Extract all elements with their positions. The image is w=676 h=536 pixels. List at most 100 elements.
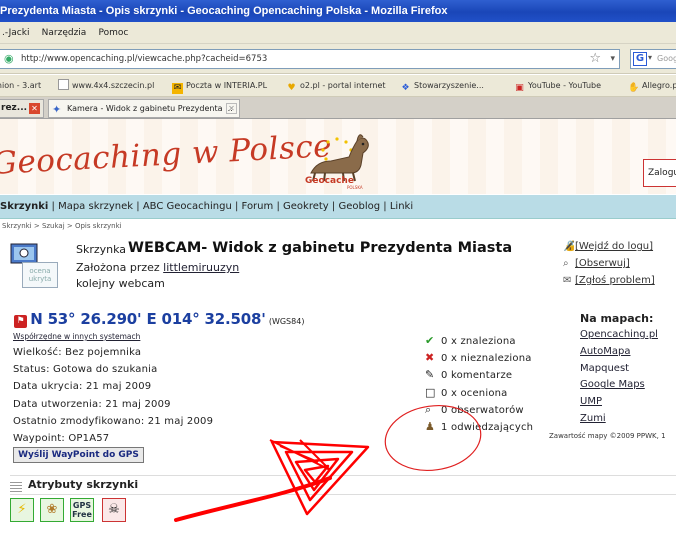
bookmark-label: onion - 3.art [0,81,42,90]
action-report-label[interactable]: [Zgłoś problem] [575,275,655,286]
close-tab-icon[interactable]: ✕ [29,103,40,114]
google-icon[interactable]: G [633,52,647,66]
rating-stamp: ocena ukryta [22,262,58,288]
other-coordinate-systems-link[interactable]: Współrzędne w innych systemach [13,332,140,341]
nav-item-forum[interactable]: Forum [242,201,274,212]
check-icon: ✔ [425,334,435,347]
site-logo[interactable]: Geocaching w Polsce [0,128,333,182]
lock-icon: 🔏 [563,241,576,252]
stat-watchers: ⌕ 0 obserwatorów [425,403,533,420]
bookmark-item[interactable]: onion - 3.art [0,75,42,96]
nav-item-abc[interactable]: ABC Geocachingu [143,201,232,212]
window-title: Prezydenta Miasta - Opis skrzynki - Geoc… [0,0,676,22]
map-copyright: Zawartość mapy ©2009 PPWK, 1 [549,432,666,440]
nav-item-caches[interactable]: Skrzynki [0,201,48,212]
stat-found: ✔ 0 x znaleziona [425,334,533,351]
owner-row: Założona przez littlemiruuzyn [76,261,239,274]
action-log[interactable]: 🔏[Wejdź do logu] [563,241,655,258]
stat-comments: ✎ 0 komentarze [425,368,533,385]
nav-item-geokrety[interactable]: Geokrety [283,201,329,212]
mail-icon: ✉ [172,83,183,94]
skull-icon: ☠ [108,502,120,517]
comment-icon: ✎ [425,368,435,382]
detail-size: Wielkość: Bez pojemnika [13,347,142,358]
geocache-mascot-logo[interactable]: Geocache POLSKA [297,121,377,191]
stat-found-label: 0 x znaleziona [441,336,516,347]
not-found-icon: ✖ [425,351,435,365]
url-bar[interactable]: ◉ http://www.opencaching.pl/viewcache.ph… [0,49,620,69]
attribute-gps-free[interactable]: GPS Free [70,498,94,522]
map-link-mapquest[interactable]: Mapquest [580,363,658,380]
search-box[interactable]: G ▾ Google [630,49,676,69]
tv-icon: ▣ [515,83,524,93]
detail-created-date: Data utworzenia: 21 maj 2009 [13,398,171,410]
stat-visitors-label: 1 odwiedzających [441,421,534,433]
cache-title: WEBCAM- Widok z gabinetu Prezydenta Mias… [128,240,513,256]
close-tab-icon[interactable]: ✕ [226,103,237,114]
cache-type-icon: ocena ukryta [10,240,58,288]
tab-label: rez... [1,103,28,113]
bookmark-item[interactable]: ❖ Stowarzyszenie... [400,75,483,96]
send-to-gps-button[interactable]: Wyślij WayPoint do GPS [13,447,144,463]
rating-icon: □ [425,385,436,399]
map-link-zumi[interactable]: Zumi [580,413,658,430]
hand-icon: ✋ [628,83,640,93]
tab-inactive[interactable]: ✦ Kamera - Widok z gabinetu Prezydenta .… [48,99,240,118]
menu-item-edit[interactable]: .-Jacki [0,22,36,43]
bookmark-item[interactable]: ▣ YouTube - YouTube [514,75,602,96]
maps-heading: Na mapach: [580,312,654,325]
stat-rated-label: 0 x oceniona [441,387,508,399]
detail-status: Status: Gotowa do szukania [13,364,158,376]
bookmark-item[interactable]: ✉ Poczta w INTERIA.PL [172,75,267,96]
coordinates: N 53° 26.290' E 014° 32.508' [30,310,266,328]
url-dropdown-icon[interactable]: ▾ [610,50,615,68]
bookmark-item[interactable]: ✋ Allegro.p [628,75,676,96]
tab-active[interactable]: rez... ✕ [0,99,44,118]
menu-item-tools[interactable]: Narzędzia [40,22,94,43]
envelope-icon: ✉ [563,275,572,286]
tab-label: Kamera - Widok z gabinetu Prezydenta ... [67,104,233,113]
breadcrumb[interactable]: Skrzynki > Szukaj > Opis skrzynki [2,222,122,230]
map-link-automapa[interactable]: AutoMapa [580,346,658,363]
detail-modified-date: Ostatnio zmodyfikowano: 21 maj 2009 [13,415,214,427]
site-favicon-icon: ◉ [4,52,14,65]
page-icon [58,79,69,90]
magnifier-icon: ⌕ [563,258,569,269]
map-link-opencaching[interactable]: Opencaching.pl [580,329,658,346]
grip-icon [10,480,22,492]
mascot-sublabel: POLSKA [347,185,363,190]
attribute-danger[interactable]: ☠ [102,498,126,522]
menu-item-help[interactable]: Pomoc [97,22,136,43]
bookmark-label: YouTube - YouTube [528,81,602,90]
map-link-ump[interactable]: UMP [580,396,658,413]
coordinates-datum: (WGS84) [268,317,305,326]
tab-bar: rez... ✕ ✦ Kamera - Widok z gabinetu Pre… [0,97,676,119]
nav-item-links[interactable]: Linki [390,201,413,212]
bookmark-label: o2.pl - portal internet [300,81,386,90]
bookmarks-toolbar: onion - 3.art www.4x4.szczecin.pl ✉Poczt… [0,75,676,97]
stat-not-found: ✖ 0 x nieznaleziona [425,351,533,368]
action-log-label[interactable]: [Wejdź do logu] [575,241,653,252]
navigation-toolbar: ◉ http://www.opencaching.pl/viewcache.ph… [0,44,676,74]
bookmark-item[interactable]: www.4x4.szczecin.pl [58,75,154,96]
bookmark-star-icon[interactable]: ☆ [589,50,601,68]
owner-link[interactable]: littlemiruuzyn [163,261,239,274]
nav-item-cache-map[interactable]: Mapa skrzynek [58,201,133,212]
map-link-google-maps[interactable]: Google Maps [580,379,658,396]
url-text: http://www.opencaching.pl/viewcache.php?… [21,54,268,64]
attribute-teddy[interactable]: ❀ [40,498,64,522]
search-engine-dropdown-icon[interactable]: ▾ [648,53,652,62]
main-nav: Skrzynki | Mapa skrzynek | ABC Geocachin… [0,195,676,219]
gps-free-icon: GPS Free [72,501,92,519]
login-link[interactable]: Zaloguj [643,159,676,187]
attribute-flash[interactable]: ⚡ [10,498,34,522]
bookmark-item[interactable]: ♥ o2.pl - portal internet [286,75,386,96]
stat-visitors: ♟ 1 odwiedzających [425,420,533,437]
stat-comments-label: 0 komentarze [441,370,513,382]
action-watch-label[interactable]: [Obserwuj] [575,258,630,269]
cache-stats: ✔ 0 x znaleziona ✖ 0 x nieznaleziona ✎ 0 ko… [425,334,533,437]
nav-item-geoblog[interactable]: Geoblog [338,201,380,212]
action-report[interactable]: ✉ [Zgłoś problem] [563,275,655,292]
action-watch[interactable]: ⌕ [Obserwuj] [563,258,655,275]
attributes-heading: Atrybuty skrzynki [28,478,139,491]
